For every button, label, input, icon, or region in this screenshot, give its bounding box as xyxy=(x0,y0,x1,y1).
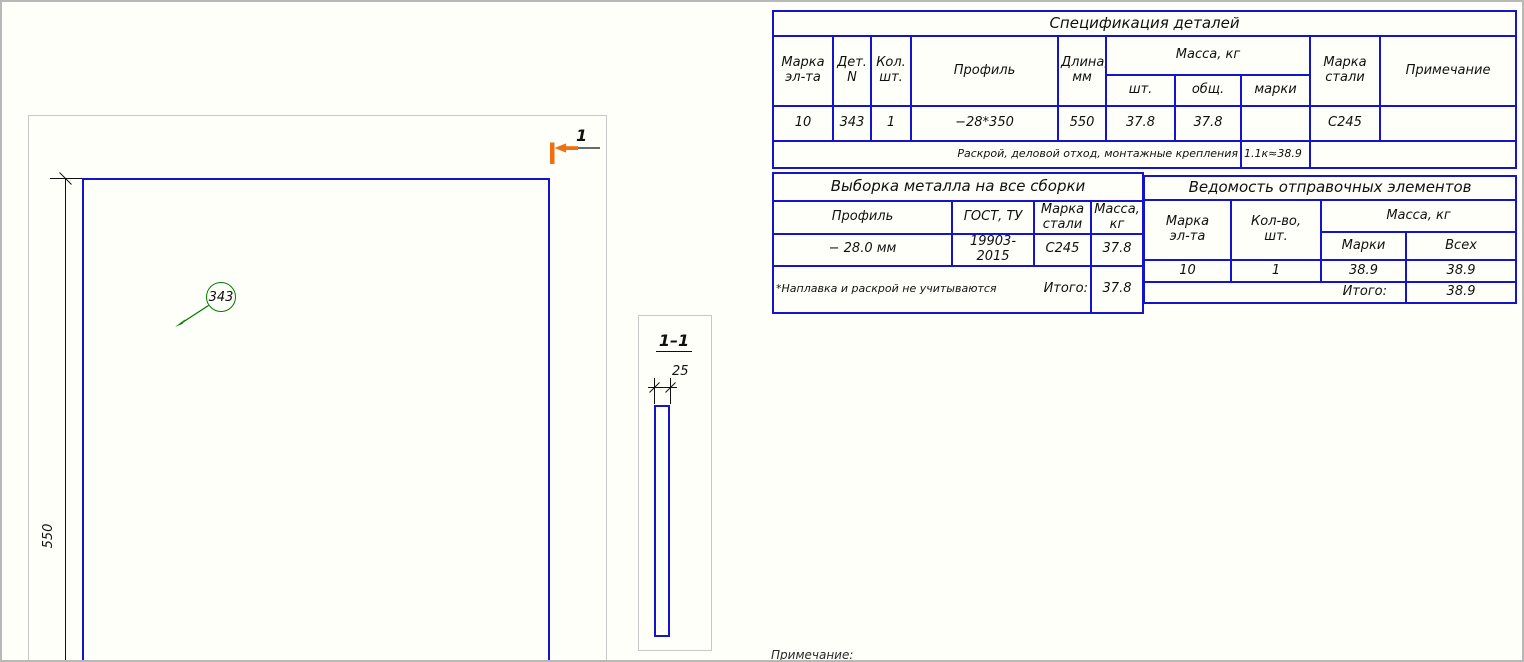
spec-cell-det: 343 xyxy=(832,105,872,142)
spec-table-title: Спецификация деталей xyxy=(771,10,1518,37)
spec-col-note: Примечание xyxy=(1378,35,1518,107)
spec-col-qty: Кол. шт. xyxy=(870,35,912,107)
shipping-col-mass-marks: Марки xyxy=(1320,231,1407,261)
metal-footer-total-label: Итого: xyxy=(1043,280,1088,296)
cad-canvas: 550 343 1 1–1 25 Спецификация деталей Ма… xyxy=(0,0,1524,662)
section-view-title[interactable]: 1–1 xyxy=(638,331,710,352)
spec-cell-mass-total: 37.8 xyxy=(1174,105,1242,142)
shipping-table[interactable]: Ведомость отправочных элементов Марка эл… xyxy=(1142,175,1518,304)
spec-cell-mark: 10 xyxy=(772,105,834,142)
shipping-col-mass-group: Масса, кг xyxy=(1319,199,1518,233)
metal-footer-row: *Наплавка и раскрой не учитываются Итого… xyxy=(772,264,1145,314)
shipping-data-row: 10 1 38.9 38.9 xyxy=(1143,259,1518,283)
shipping-col-mass-all: Всех xyxy=(1404,231,1518,261)
metal-cell-mass: 37.8 xyxy=(1089,233,1145,267)
note-label: Примечание: xyxy=(771,648,854,662)
spec-col-mass-pc: шт. xyxy=(1105,74,1176,107)
spec-cell-mass-pc: 37.8 xyxy=(1105,105,1176,142)
shipping-cell-mark: 10 xyxy=(1143,259,1232,283)
metal-footer-note: *Наплавка и раскрой не учитываются xyxy=(776,281,997,295)
shipping-cell-marks: 38.9 xyxy=(1320,259,1407,283)
spec-cell-qty: 1 xyxy=(870,105,912,142)
spec-footer-empty xyxy=(1308,140,1518,169)
spec-data-row: 10 343 1 −28*350 550 37.8 37.8 С245 xyxy=(772,105,1518,142)
shipping-table-title: Ведомость отправочных элементов xyxy=(1142,175,1518,201)
section-plate-outline[interactable] xyxy=(654,405,670,637)
spec-col-det: Дет. N xyxy=(832,35,872,107)
shipping-footer-total: 38.9 xyxy=(1404,281,1518,304)
metal-col-mass: Масса, кг xyxy=(1089,200,1145,235)
metal-col-steel: Марка стали xyxy=(1033,200,1092,235)
spec-cell-steel: С245 xyxy=(1309,105,1381,142)
dimension-25[interactable]: 25 xyxy=(672,364,689,379)
spec-cell-note xyxy=(1378,105,1518,142)
spec-col-mark: Марка эл-та xyxy=(772,35,834,107)
spec-col-mass-group: Масса, кг xyxy=(1105,35,1311,76)
spec-table[interactable]: Спецификация деталей Марка эл-та Дет. N … xyxy=(771,10,1518,169)
spec-footer-value: 1.1к≈38.9 xyxy=(1240,140,1311,169)
metal-table-title: Выборка металла на все сборки xyxy=(771,172,1145,202)
metal-cell-steel: С245 xyxy=(1033,233,1092,267)
spec-cell-length: 550 xyxy=(1057,105,1107,142)
section-cut-label[interactable]: 1 xyxy=(576,126,587,145)
metal-col-gost: ГОСТ, ТУ xyxy=(951,200,1035,235)
shipping-footer-row: Итого: 38.9 xyxy=(1143,281,1518,304)
shipping-col-qty: Кол-во, шт. xyxy=(1230,199,1322,261)
metal-col-profile: Профиль xyxy=(772,200,953,235)
spec-col-length: Длина, мм xyxy=(1057,35,1107,107)
metal-cell-gost: 19903-2015 xyxy=(951,233,1035,267)
dimension-550[interactable]: 550 xyxy=(41,515,57,557)
spec-cell-profile: −28*350 xyxy=(910,105,1059,142)
spec-footer-row: Раскрой, деловой отход, монтажные крепле… xyxy=(772,140,1518,169)
shipping-col-mark: Марка эл-та xyxy=(1143,199,1232,261)
plate-outline[interactable] xyxy=(82,178,550,660)
spec-cell-mass-marks xyxy=(1240,105,1311,142)
metal-data-row: − 28.0 мм 19903-2015 С245 37.8 xyxy=(772,233,1145,267)
metal-footer-total: 37.8 xyxy=(1089,264,1145,314)
spec-footer-text: Раскрой, деловой отход, монтажные крепле… xyxy=(772,140,1242,169)
shipping-cell-qty: 1 xyxy=(1230,259,1322,283)
spec-col-steel: Марка стали xyxy=(1309,35,1381,107)
spec-col-profile: Профиль xyxy=(910,35,1059,107)
shipping-cell-all: 38.9 xyxy=(1404,259,1518,283)
metal-cell-profile: − 28.0 мм xyxy=(772,233,953,267)
spec-col-mass-total: общ. xyxy=(1174,74,1242,107)
shipping-footer-total-label: Итого: xyxy=(1143,281,1407,304)
metal-table[interactable]: Выборка металла на все сборки Профиль ГО… xyxy=(771,172,1145,314)
balloon-343[interactable]: 343 xyxy=(206,282,236,312)
spec-col-mass-marks: марки xyxy=(1240,74,1311,107)
